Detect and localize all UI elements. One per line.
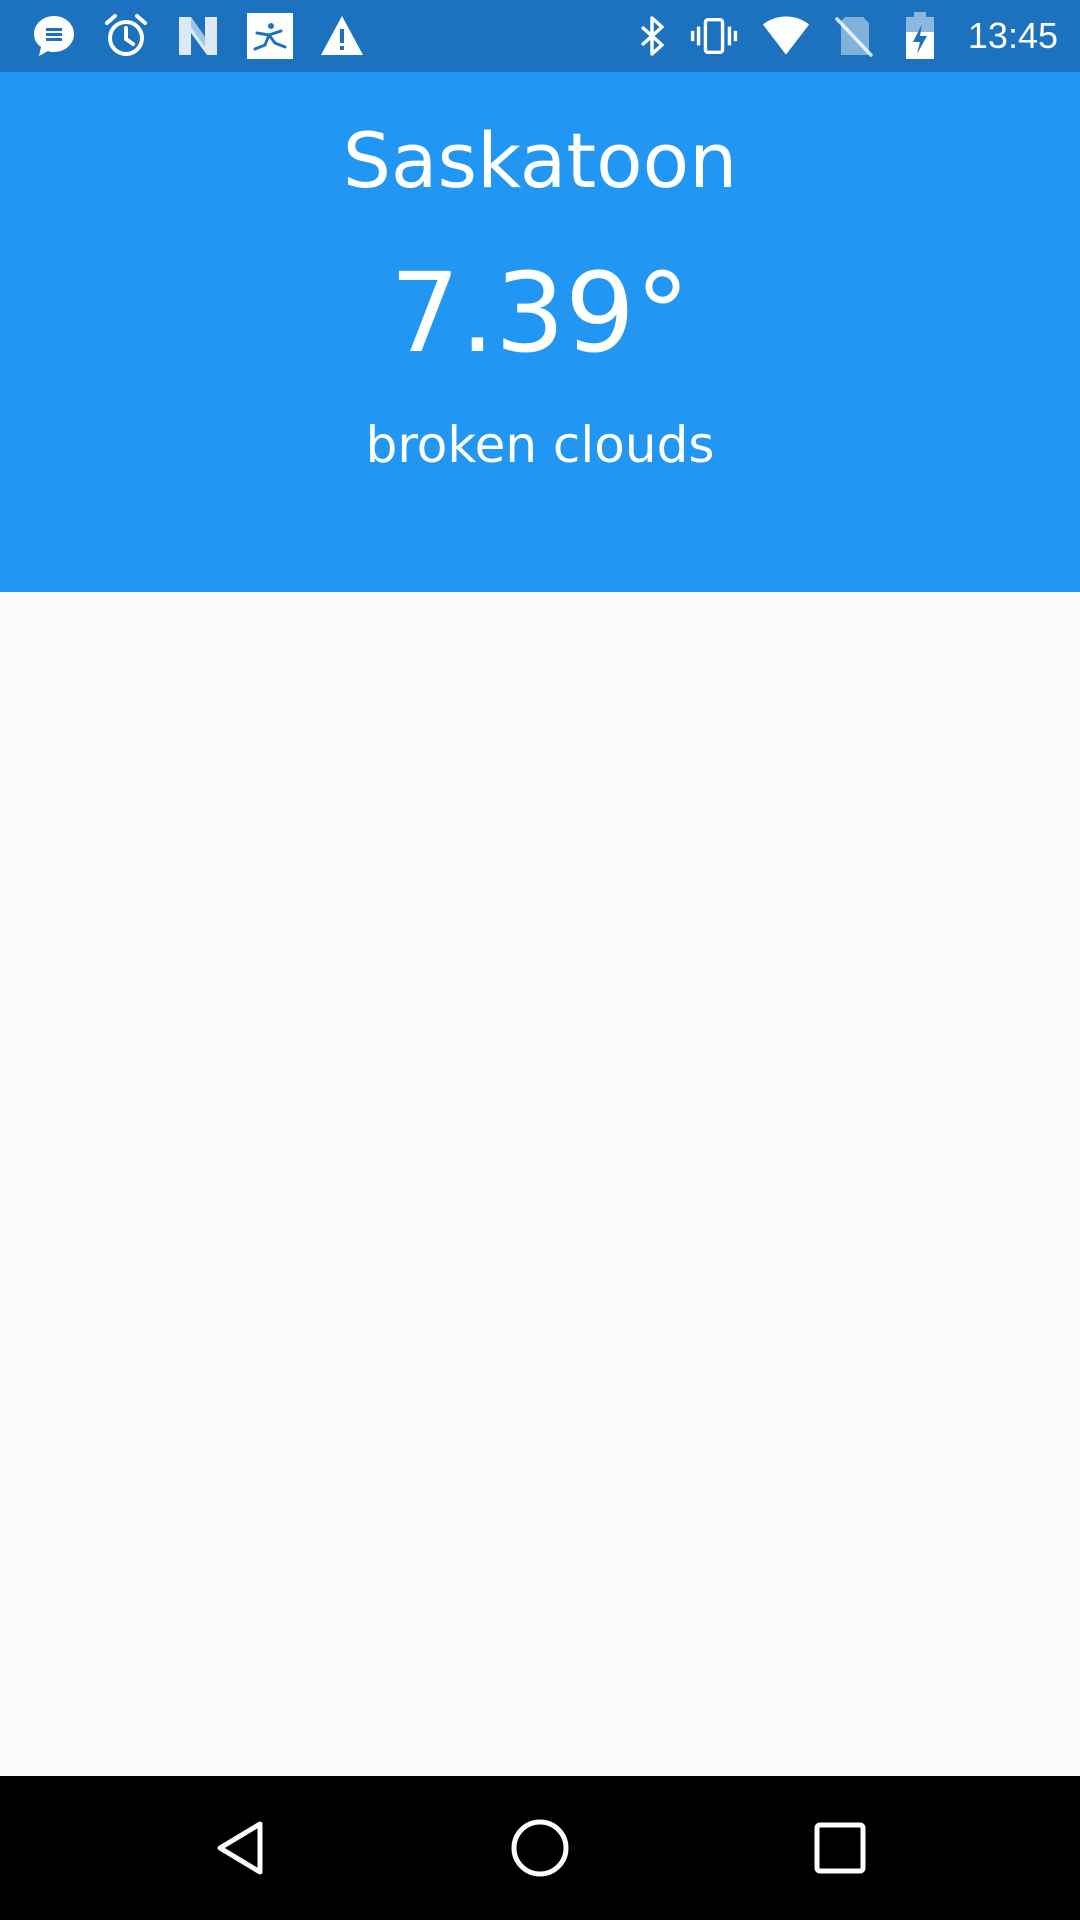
home-icon <box>511 1819 569 1877</box>
content-area <box>0 592 1080 1776</box>
weather-description: broken clouds <box>365 416 715 474</box>
home-button[interactable] <box>504 1812 576 1884</box>
fitness-app-icon <box>246 12 294 60</box>
navigation-bar <box>0 1776 1080 1920</box>
battery-charging-icon <box>896 12 944 60</box>
city-name: Saskatoon <box>342 116 738 205</box>
status-bar: 13:45 <box>0 0 1080 72</box>
temperature-value: 7.39° <box>390 249 690 377</box>
warning-icon <box>318 12 366 60</box>
app-screen: 13:45 Saskatoon 7.39° broken clouds <box>0 0 1080 1920</box>
alarm-clock-icon <box>102 12 150 60</box>
back-icon <box>217 1821 263 1875</box>
recents-button[interactable] <box>804 1812 876 1884</box>
no-sim-icon <box>830 12 878 60</box>
back-button[interactable] <box>204 1812 276 1884</box>
recents-icon <box>814 1822 866 1874</box>
wifi-icon <box>762 12 810 60</box>
messages-icon <box>30 12 78 60</box>
weather-header: Saskatoon 7.39° broken clouds <box>0 72 1080 592</box>
bluetooth-icon <box>628 12 676 60</box>
vibrate-icon <box>690 12 738 60</box>
status-bar-clock: 13:45 <box>967 15 1058 56</box>
app-n-icon <box>174 12 222 60</box>
